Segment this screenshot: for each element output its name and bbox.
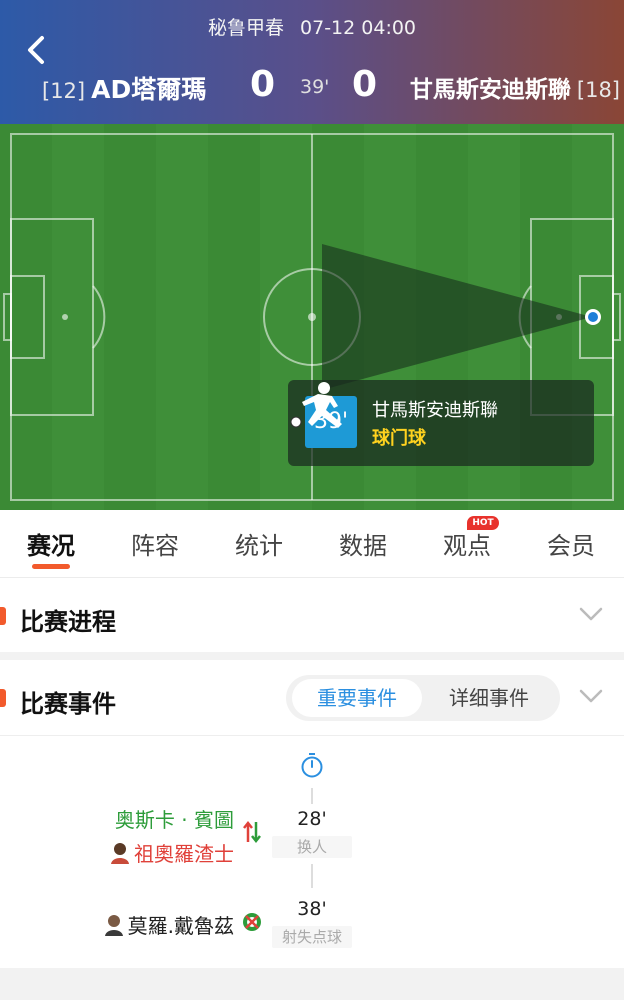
match-datetime: 07-12 04:00 [300,17,417,39]
event-minute: 28' [297,808,327,830]
player-avatar-icon [111,842,129,864]
home-team-name: AD塔爾瑪 [91,75,207,104]
section-marker [0,689,6,707]
away-team[interactable]: 甘馬斯安迪斯聯 [18] [410,70,620,104]
match-info: 秘鲁甲春 07-12 04:00 [0,13,624,40]
hot-badge: HOT [467,516,499,530]
tab-lineup[interactable]: 阵容 [115,526,195,561]
timeline-line [311,788,313,804]
match-header: 秘鲁甲春 07-12 04:00 [12] AD塔爾瑪 0 39' 0 甘馬斯安… [0,0,624,124]
events-timeline: 奥斯卡 · 賓圖 祖奧羅渣士 28' 换人 莫羅.戴魯茲 38' 射失点球 [0,736,624,968]
substitution-icon [243,820,261,844]
match-events-title: 比赛事件 [20,690,116,718]
tab-opinions[interactable]: 观点 [427,526,507,561]
home-team[interactable]: [12] AD塔爾瑪 [42,70,206,106]
chevron-down-icon[interactable] [578,686,604,706]
home-score: 0 [250,64,276,105]
away-rank: [18] [576,78,620,102]
match-progress-title: 比赛进程 [20,608,116,636]
penalty-player-name: 莫羅.戴魯茲 [127,914,234,938]
timeline-line [311,864,313,888]
stopwatch-icon [301,753,323,778]
live-event-team: 甘馬斯安迪斯聯 [372,400,498,421]
live-event-card: 39' 甘馬斯安迪斯聯 球门球 [288,380,594,466]
match-minute: 39' [300,76,330,98]
event-type-tag: 射失点球 [272,926,352,948]
player-avatar-icon [104,914,123,936]
player-kick-icon [290,382,342,428]
live-pitch: 39' 甘馬斯安迪斯聯 球门球 [0,124,624,510]
event-filter-toggle: 重要事件 详细事件 [286,675,560,721]
match-events-section: 比赛事件 重要事件 详细事件 [0,660,624,736]
tab-bar: 赛况 阵容 统计 数据 观点 会员 [0,510,624,578]
away-score: 0 [352,64,378,105]
home-rank: [12] [42,79,86,103]
tab-membership[interactable]: 会员 [531,526,611,561]
tab-data[interactable]: 数据 [323,526,403,561]
event-type-tag: 换人 [272,836,352,858]
filter-important-button[interactable]: 重要事件 [292,679,422,717]
live-event-type: 球门球 [372,428,426,449]
player-out[interactable]: 祖奧羅渣士 [110,838,234,867]
event-minute: 38' [297,898,327,920]
active-tab-indicator [32,564,70,569]
player-out-name: 祖奧羅渣士 [134,842,234,866]
penalty-player[interactable]: 莫羅.戴魯茲 [104,910,234,939]
player-in[interactable]: 奥斯卡 · 賓圖 [115,804,234,833]
section-marker [0,607,6,625]
chevron-down-icon[interactable] [578,604,604,624]
match-progress-section[interactable]: 比赛进程 [0,578,624,652]
away-team-name: 甘馬斯安迪斯聯 [409,77,571,103]
tab-stats[interactable]: 统计 [219,526,299,561]
filter-detailed-button[interactable]: 详细事件 [424,679,554,717]
missed-penalty-icon [243,913,261,931]
tab-overview[interactable]: 赛况 [11,526,91,561]
league-name: 秘鲁甲春 [207,17,284,39]
